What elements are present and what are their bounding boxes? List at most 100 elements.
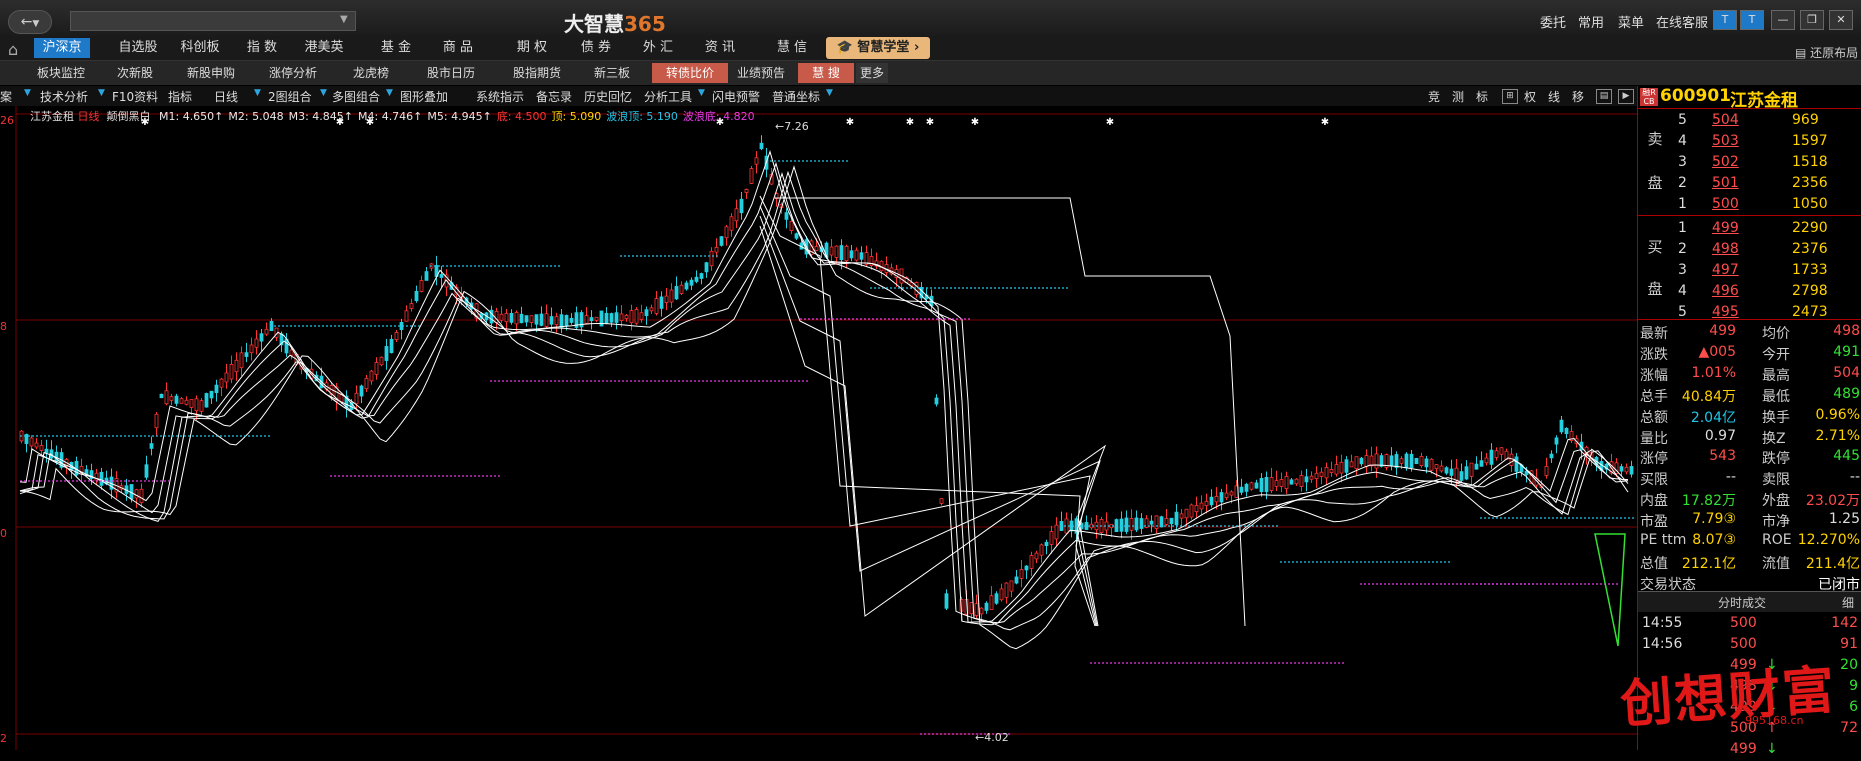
tab-news[interactable]: 资 讯 — [692, 38, 748, 58]
buy-order-row[interactable]: 4 496 2798 — [1672, 283, 1861, 304]
tool-memo[interactable]: 备忘录 — [536, 88, 572, 105]
candle-body — [1214, 496, 1219, 503]
dropdown-icon[interactable]: ▼ — [98, 88, 105, 98]
tab-huixin[interactable]: 慧 信 — [764, 38, 820, 58]
tab-more[interactable]: 更多 — [856, 63, 888, 83]
tab-index-futures[interactable]: 股指期货 — [494, 63, 580, 83]
tab-dragon-tiger[interactable]: 龙虎榜 — [338, 63, 404, 83]
tab-watchlist[interactable]: 自选股 — [110, 38, 166, 58]
buy-order-row[interactable]: 5 495 2473 — [1672, 304, 1861, 325]
legend-item: M4: 4.746↑ — [358, 110, 423, 123]
tool-bid[interactable]: 竞 — [1428, 88, 1440, 105]
academy-button[interactable]: 🎓 智慧学堂 › — [826, 37, 930, 59]
tool-technical-analysis[interactable]: 技术分析 — [40, 88, 88, 105]
tool-rights[interactable]: 权 — [1524, 88, 1536, 105]
tab-options[interactable]: 期 权 — [504, 38, 560, 58]
minimize-icon[interactable]: — — [1771, 10, 1795, 30]
candle-body — [594, 316, 599, 321]
search-input[interactable] — [70, 11, 356, 31]
sell-order-row[interactable]: 1 500 1050 — [1672, 196, 1861, 217]
tool-f10[interactable]: F10资料 — [112, 88, 158, 105]
search-dropdown-icon[interactable]: ▼ — [340, 14, 348, 25]
layout-icon[interactable]: ▤ — [1596, 89, 1612, 104]
candle-body — [739, 198, 744, 214]
tool-system-indicator[interactable]: 系统指示 — [476, 88, 524, 105]
tab-commodity[interactable]: 商 品 — [430, 38, 486, 58]
tool-case[interactable]: 案 — [0, 88, 12, 105]
quote-value: 8.07③ — [1692, 532, 1736, 548]
tool-line[interactable]: 线 — [1548, 88, 1560, 105]
tool-indicator[interactable]: 指标 — [168, 88, 192, 105]
close-icon[interactable]: ✕ — [1829, 10, 1853, 30]
tab-new-third-board[interactable]: 新三板 — [580, 63, 644, 83]
skin-icon[interactable]: T — [1713, 10, 1737, 30]
kline-chart[interactable]: ✱ ✱ ✱ ✱ ✱ ✱ ✱ ✱ ✱ ✱ ←7.26←4.02 — [0, 106, 1637, 750]
home-icon[interactable]: ⌂ — [8, 40, 26, 59]
buy-order-row[interactable]: 2 498 2376 — [1672, 241, 1861, 262]
buy-order-row[interactable]: 1 499 2290 — [1672, 220, 1861, 241]
tab-market-calendar[interactable]: 股市日历 — [408, 63, 494, 83]
menu-common[interactable]: 常用 — [1578, 12, 1604, 31]
tab-limit-up-analysis[interactable]: 涨停分析 — [252, 63, 334, 83]
dropdown-icon[interactable]: ▼ — [826, 88, 833, 98]
menu-online-service[interactable]: 在线客服 — [1656, 12, 1708, 31]
y-axis-label: 26 — [0, 114, 14, 127]
tool-multi-chart-combo[interactable]: 多图组合 — [332, 88, 380, 105]
menu-main[interactable]: 菜单 — [1618, 12, 1644, 31]
sell-order-row[interactable]: 5 504 969 — [1672, 112, 1861, 133]
candle-body — [1454, 467, 1459, 481]
tab-earnings-forecast[interactable]: 业绩预告 — [728, 63, 794, 83]
candle-body — [1354, 456, 1359, 469]
trade-detail-tab[interactable]: 细 — [1842, 594, 1854, 611]
dropdown-icon[interactable]: ▼ — [386, 88, 393, 98]
dropdown-icon[interactable]: ▼ — [254, 88, 261, 98]
tab-huisou[interactable]: 慧 搜 — [798, 63, 854, 83]
tab-fund[interactable]: 基 金 — [368, 38, 424, 58]
order-volume: 2376 — [1792, 241, 1828, 257]
tab-sub-new-stocks[interactable]: 次新股 — [104, 63, 166, 83]
tab-forex[interactable]: 外 汇 — [630, 38, 686, 58]
candle-body — [694, 276, 699, 282]
grid-icon[interactable]: ⊞ — [1502, 89, 1518, 104]
tool-normal-axis[interactable]: 普通坐标 — [772, 88, 820, 105]
quote-value: 491 — [1833, 343, 1860, 360]
tab-hk-us-uk[interactable]: 港美英 — [296, 38, 352, 58]
candle-body — [839, 245, 844, 261]
tab-bonds[interactable]: 债 券 — [568, 38, 624, 58]
restore-layout-button[interactable]: ▤ 还原布局 — [1795, 44, 1858, 61]
maximize-icon[interactable]: ❐ — [1800, 10, 1824, 30]
tool-overlay[interactable]: 图形叠加 — [400, 88, 448, 105]
tool-two-chart-combo[interactable]: 2图组合 — [268, 88, 312, 105]
tool-history-replay[interactable]: 历史回忆 — [584, 88, 632, 105]
tab-convertible-bond[interactable]: 转债比价 — [652, 63, 728, 83]
play-icon[interactable]: ▶ — [1618, 89, 1634, 104]
sell-order-row[interactable]: 3 502 1518 — [1672, 154, 1861, 175]
tool-daily[interactable]: 日线 — [214, 88, 238, 105]
candle-body — [539, 313, 544, 326]
tab-index[interactable]: 指 数 — [234, 38, 290, 58]
tab-star-market[interactable]: 科创板 — [172, 38, 228, 58]
candle-body — [1164, 518, 1169, 525]
dropdown-icon[interactable]: ▼ — [24, 88, 31, 98]
quote-label: 涨跌 — [1640, 346, 1668, 363]
sell-label: 盘 — [1647, 174, 1663, 192]
dropdown-icon[interactable]: ▼ — [698, 88, 705, 98]
tool-flash-alert[interactable]: 闪电预警 — [712, 88, 760, 105]
candle-body — [1619, 466, 1624, 472]
tab-ipo-subscribe[interactable]: 新股申购 — [170, 63, 252, 83]
menu-entrust[interactable]: 委托 — [1540, 12, 1566, 31]
back-button[interactable]: ←▼ — [8, 10, 52, 34]
tool-analysis-tools[interactable]: 分析工具 — [644, 88, 692, 105]
tick-price: 500 — [1730, 636, 1757, 652]
tool-mark[interactable]: 标 — [1476, 88, 1488, 105]
sell-order-row[interactable]: 2 501 2356 — [1672, 175, 1861, 196]
dropdown-icon[interactable]: ▼ — [320, 88, 327, 98]
tab-hushenjing[interactable]: 沪深京 — [34, 38, 90, 58]
sell-order-row[interactable]: 4 503 1597 — [1672, 133, 1861, 154]
tool-move[interactable]: 移 — [1572, 88, 1584, 105]
tab-sector-monitor[interactable]: 板块监控 — [20, 63, 102, 83]
buy-order-row[interactable]: 3 497 1733 — [1672, 262, 1861, 283]
tool-measure[interactable]: 测 — [1452, 88, 1464, 105]
pin-icon[interactable]: T — [1740, 10, 1764, 30]
stock-code[interactable]: 600901 — [1660, 86, 1731, 106]
